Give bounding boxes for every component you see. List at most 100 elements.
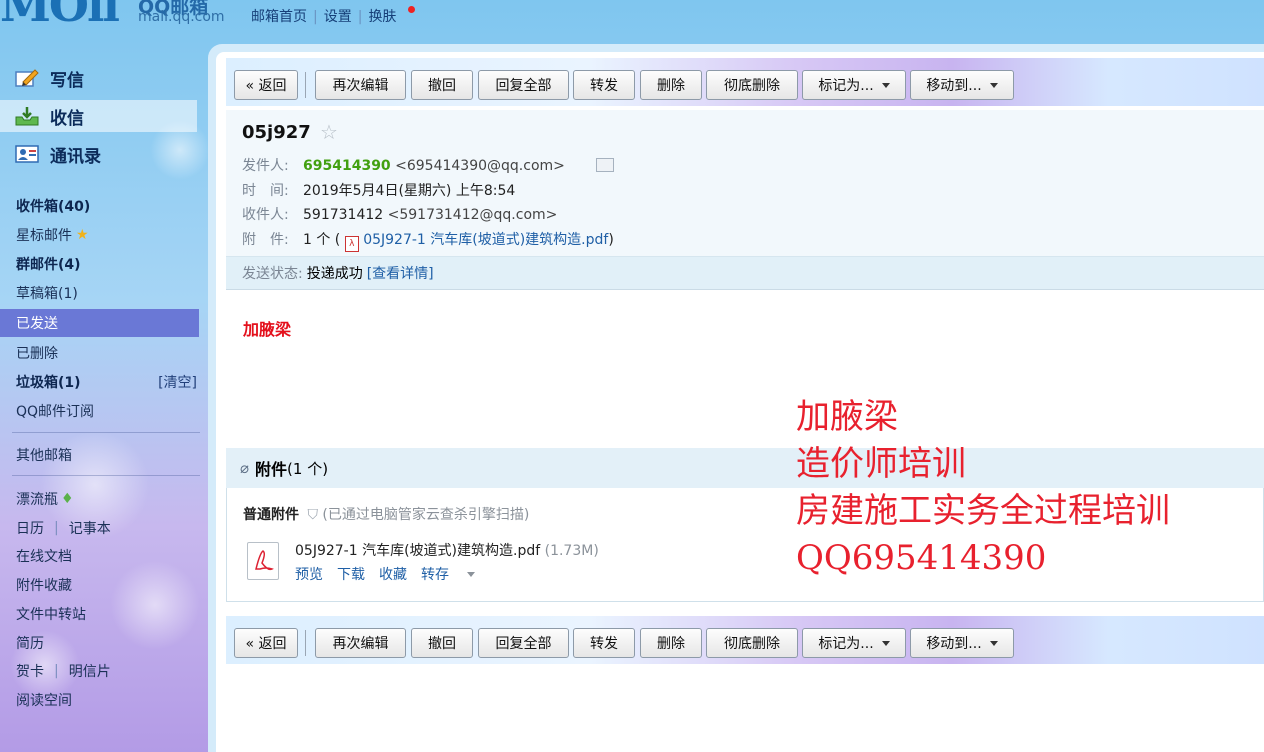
notification-dot-icon [408,6,415,13]
preview-link[interactable]: 预览 [295,567,323,583]
top-links: 邮箱首页 | 设置 | 换肤 [251,9,397,25]
reedit-button[interactable]: 再次编辑 [315,70,406,100]
forward-button[interactable]: 转发 [573,70,635,100]
sidebar-item-sent[interactable]: 已发送 [0,309,199,337]
watermark-overlay: 加腋梁 造价师培训 房建施工实务全过程培训 QQ695414390 [796,394,1170,582]
caret-down-icon [989,640,998,646]
clear-spam-link[interactable]: [清空] [158,372,197,392]
sidebar-item-spam[interactable]: 垃圾箱(1) [清空] [0,368,199,396]
sidebar-item-subscribe[interactable]: QQ邮件订阅 [0,397,199,425]
home-link[interactable]: 邮箱首页 [251,9,307,25]
logo[interactable]: MOil [0,0,120,32]
toolbar-separator [305,72,306,98]
pdf-file-icon [247,542,279,580]
sidebar-item-resume[interactable]: 简历 [0,629,199,657]
caret-down-icon [881,82,890,88]
inbox-download-icon [14,105,40,127]
mark-as-dropdown[interactable]: 标记为... [802,628,906,658]
recipient-address: <591731412@qq.com> [387,207,558,223]
save-to-dropdown[interactable]: 转存 [421,567,489,583]
contact-card-icon[interactable] [596,158,614,172]
star-outline-icon[interactable]: ☆ [320,120,338,144]
caret-down-icon [989,82,998,88]
logo-domain: mail.qq.com [138,9,225,25]
overlay-line: 房建施工实务全过程培训 [796,491,1170,531]
sidebar-item-att-collection[interactable]: 附件收藏 [0,571,199,599]
back-button[interactable]: « 返回 [234,628,298,658]
from-label: 发件人: [242,158,289,174]
time-row: 时 间: 2019年5月4日(星期六) 上午8:54 [242,180,515,200]
attachment-file-row: 05J927-1 汽车库(坡道式)建筑构造.pdf (1.73M) [295,540,599,560]
top-header: MOil QQ邮箱 mail.qq.com 邮箱首页 | 设置 | 换肤 [0,0,1264,44]
attachment-count: 1 个 ( [303,232,341,248]
cards-link[interactable]: 贺卡 [16,661,44,681]
reedit-button[interactable]: 再次编辑 [315,628,406,658]
time-label: 时 间: [242,183,289,199]
sender-address: <695414390@qq.com> [395,158,565,174]
divider [12,475,200,476]
move-to-dropdown[interactable]: 移动到... [910,70,1014,100]
sidebar-item-docs[interactable]: 在线文档 [0,542,199,570]
delete-button[interactable]: 删除 [640,70,702,100]
mark-as-dropdown[interactable]: 标记为... [802,70,906,100]
sidebar-item-cards: 贺卡 | 明信片 [16,661,111,681]
recall-button[interactable]: 撤回 [411,70,473,100]
mail-time: 2019年5月4日(星期六) 上午8:54 [303,183,516,199]
sidebar-item-transfer[interactable]: 文件中转站 [0,600,199,628]
contacts-label: 通讯录 [50,146,101,167]
bottle-icon: ♦ [61,491,74,507]
delete-permanently-button[interactable]: 彻底删除 [706,628,798,658]
overlay-line: QQ695414390 [796,538,1047,578]
receive-label: 收信 [50,108,84,129]
status-detail-link[interactable]: [查看详情] [367,263,434,283]
toolbar-top: « 返回 再次编辑 撤回 回复全部 转发 删除 彻底删除 标记为... 移动到.… [226,58,1264,106]
notes-link[interactable]: 记事本 [69,518,111,538]
attachment-label: 附 件: [242,232,289,248]
recall-button[interactable]: 撤回 [411,628,473,658]
delete-button[interactable]: 删除 [640,628,702,658]
reply-all-button[interactable]: 回复全部 [478,628,569,658]
pdf-icon: λ [344,236,359,252]
postcards-link[interactable]: 明信片 [69,661,111,681]
sidebar-item-inbox[interactable]: 收件箱(40) [0,192,199,220]
skin-link[interactable]: 换肤 [368,9,396,25]
attachment-file-name[interactable]: 05J927-1 汽车库(坡道式)建筑构造.pdf [295,543,540,559]
contacts-button[interactable]: 通讯录 [0,138,197,170]
sidebar-item-group[interactable]: 群邮件(4) [0,250,199,278]
collect-link[interactable]: 收藏 [379,567,407,583]
attachment-close-paren: ) [608,232,614,248]
from-row: 发件人: 695414390 <695414390@qq.com> [242,155,565,175]
paperclip-icon: ⌀ [240,459,250,477]
attachment-file-size: (1.73M) [544,543,599,559]
sidebar-item-reading[interactable]: 阅读空间 [0,686,199,714]
send-status-bar: 发送状态: 投递成功 [查看详情] [226,256,1264,290]
calendar-link[interactable]: 日历 [16,518,44,538]
sidebar: 写信 收信 通讯录 收件箱(40) 星标邮件 ★ 群邮件(4) 草稿箱(1) 已… [0,44,208,752]
reply-all-button[interactable]: 回复全部 [478,70,569,100]
receive-button[interactable]: 收信 [0,100,197,132]
forward-button[interactable]: 转发 [573,628,635,658]
mark-as-label: 标记为... [818,636,874,652]
mail-body: 加腋梁 [243,320,292,339]
sidebar-item-drift[interactable]: 漂流瓶 ♦ [0,485,199,513]
sidebar-item-deleted[interactable]: 已删除 [0,339,199,367]
settings-link[interactable]: 设置 [324,9,352,25]
compose-label: 写信 [50,70,84,91]
caret-down-icon [467,572,475,577]
sidebar-item-other[interactable]: 其他邮箱 [0,441,199,469]
compose-button[interactable]: 写信 [0,62,197,94]
save-to-label: 转存 [421,567,449,583]
back-button[interactable]: « 返回 [234,70,298,100]
sender-name[interactable]: 695414390 [303,158,391,174]
recipient-name[interactable]: 591731412 [303,207,383,223]
toolbar-separator [305,630,306,656]
overlay-line: 加腋梁 [796,397,898,437]
mail-subject: 05j927 [242,122,311,143]
download-link[interactable]: 下载 [337,567,365,583]
move-to-dropdown[interactable]: 移动到... [910,628,1014,658]
sidebar-item-drafts[interactable]: 草稿箱(1) [0,279,199,307]
move-to-label: 移动到... [926,636,982,652]
sidebar-item-starred[interactable]: 星标邮件 ★ [0,221,199,249]
delete-permanently-button[interactable]: 彻底删除 [706,70,798,100]
attachment-link[interactable]: 05J927-1 汽车库(坡道式)建筑构造.pdf [363,232,608,248]
